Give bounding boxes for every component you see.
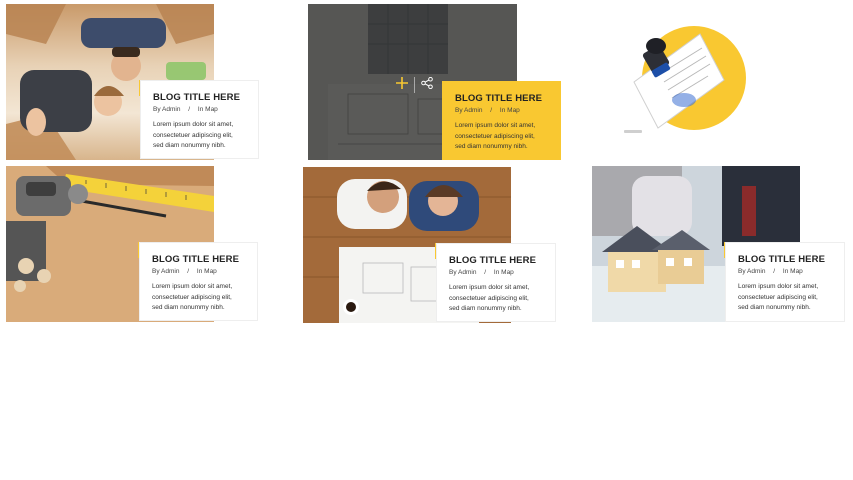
category-link[interactable]: Map <box>507 107 520 114</box>
post-title[interactable]: BLOG TITLE HERE <box>153 92 246 104</box>
author-link[interactable]: Admin <box>458 269 476 276</box>
meta-separator: / <box>484 269 487 276</box>
author-link[interactable]: Admin <box>162 106 180 113</box>
meta-separator: / <box>187 268 190 275</box>
author-link[interactable]: Admin <box>161 268 179 275</box>
author-link[interactable]: Admin <box>747 268 765 275</box>
post-card: BLOG TITLE HERE By Admin / In Map Lorem … <box>436 243 556 322</box>
in-label: In <box>493 269 500 276</box>
post-meta: By Admin / In Map <box>152 267 245 276</box>
plus-icon[interactable] <box>396 76 408 94</box>
post-image-stamp-document[interactable] <box>620 24 752 140</box>
post-card: BLOG TITLE HERE By Admin / In Map Lorem … <box>139 242 258 321</box>
post-title[interactable]: BLOG TITLE HERE <box>449 255 543 267</box>
post-card: BLOG TITLE HERE By Admin / In Map Lorem … <box>140 80 259 159</box>
in-label: In <box>499 107 506 114</box>
post-meta: By Admin / In Map <box>738 267 832 276</box>
author-link[interactable]: Admin <box>464 107 482 114</box>
category-link[interactable]: Map <box>204 268 217 275</box>
post-excerpt: Lorem ipsum dolor sit amet, consectetuer… <box>738 283 819 311</box>
post-hover-actions <box>396 76 433 94</box>
by-label: By <box>153 106 161 113</box>
post-card: BLOG TITLE HERE By Admin / In Map Lorem … <box>725 242 845 322</box>
post-excerpt: Lorem ipsum dolor sit amet, consectetuer… <box>455 122 536 150</box>
in-label: In <box>782 268 789 275</box>
post-excerpt: Lorem ipsum dolor sit amet, consectetuer… <box>153 121 234 149</box>
post-meta: By Admin / In Map <box>455 106 548 115</box>
post-title[interactable]: BLOG TITLE HERE <box>455 93 548 105</box>
meta-separator: / <box>490 107 493 114</box>
post-excerpt: Lorem ipsum dolor sit amet, consectetuer… <box>449 284 530 312</box>
in-label: In <box>197 106 204 113</box>
category-link[interactable]: Map <box>790 268 803 275</box>
category-link[interactable]: Map <box>501 269 514 276</box>
in-label: In <box>196 268 203 275</box>
post-title[interactable]: BLOG TITLE HERE <box>738 254 832 266</box>
category-link[interactable]: Map <box>205 106 218 113</box>
meta-separator: / <box>773 268 776 275</box>
by-label: By <box>152 268 160 275</box>
post-excerpt: Lorem ipsum dolor sit amet, consectetuer… <box>152 283 233 311</box>
by-label: By <box>738 268 746 275</box>
hover-divider <box>414 77 415 93</box>
post-card-active: BLOG TITLE HERE By Admin / In Map Lorem … <box>442 81 561 160</box>
by-label: By <box>449 269 457 276</box>
post-meta: By Admin / In Map <box>153 105 246 114</box>
by-label: By <box>455 107 463 114</box>
meta-separator: / <box>188 106 191 113</box>
post-title[interactable]: BLOG TITLE HERE <box>152 254 245 266</box>
post-meta: By Admin / In Map <box>449 268 543 277</box>
share-icon[interactable] <box>421 76 433 94</box>
